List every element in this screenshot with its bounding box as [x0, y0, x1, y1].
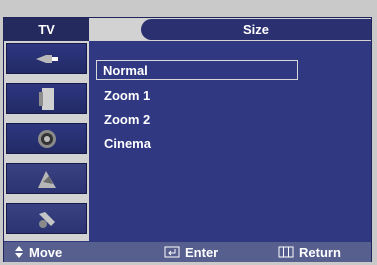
option-label: Normal: [103, 62, 148, 78]
enter-key-icon: [164, 246, 180, 258]
option-label: Cinema: [104, 135, 151, 151]
option-cinema[interactable]: Cinema: [98, 133, 300, 153]
footer-move: Move: [14, 242, 62, 262]
picture-panel-icon: [38, 87, 54, 110]
sidebar-item-picture[interactable]: [6, 83, 87, 114]
option-zoom-1[interactable]: Zoom 1: [98, 85, 300, 105]
input-plug-icon: [35, 54, 58, 63]
sidebar-item-channel[interactable]: [6, 163, 87, 194]
setup-tools-icon: [38, 211, 55, 228]
footer-enter-label: Enter: [185, 244, 219, 260]
footer-return-label: Return: [299, 244, 341, 260]
tv-label: TV: [38, 22, 55, 37]
option-normal[interactable]: Normal: [96, 60, 298, 80]
sidebar-item-sound[interactable]: [6, 123, 87, 154]
tv-osd-screen: TV Size Normal Zoom 1 Zoom 2 Cinema Move…: [0, 0, 377, 265]
tv-tab: TV: [4, 18, 89, 41]
footer-enter: Enter: [164, 242, 218, 262]
sound-speaker-icon: [37, 129, 56, 148]
footer-move-label: Move: [29, 244, 63, 260]
option-label: Zoom 1: [104, 87, 151, 103]
sidebar-item-setup[interactable]: [6, 203, 87, 234]
osd-footer: Move Enter Return: [4, 242, 371, 262]
menu-title-text: Size: [242, 22, 269, 37]
menu-title: Size: [141, 19, 371, 40]
sidebar: [4, 41, 89, 241]
up-down-arrow-icon: [15, 246, 23, 258]
sidebar-item-input[interactable]: [6, 43, 87, 74]
option-zoom-2[interactable]: Zoom 2: [98, 109, 300, 129]
option-label: Zoom 2: [104, 111, 151, 127]
return-menu-icon: [278, 246, 294, 258]
channel-dish-icon: [37, 170, 56, 188]
footer-return: Return: [278, 242, 341, 262]
